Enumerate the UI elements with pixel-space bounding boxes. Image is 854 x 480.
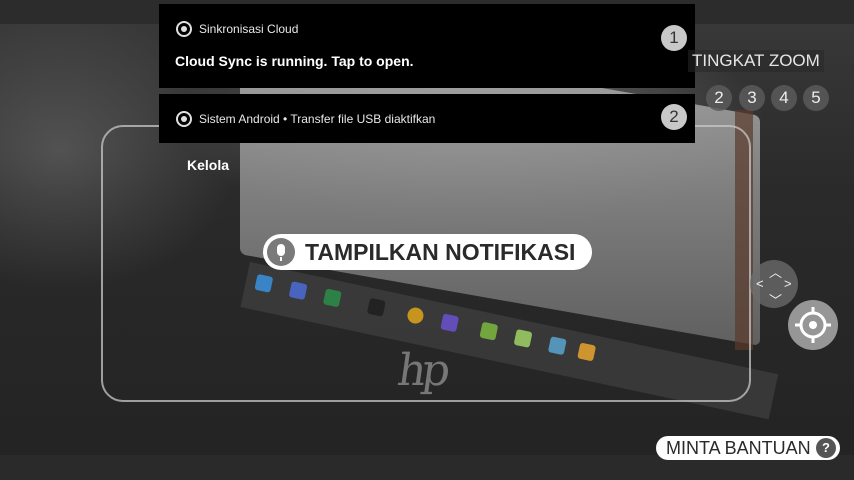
zoom-level-5[interactable]: 5 [803, 85, 829, 111]
android-system-icon [176, 111, 192, 127]
notification-text: Cloud Sync is running. Tap to open. [175, 53, 414, 69]
help-button[interactable]: MINTA BANTUAN ? [656, 436, 840, 460]
show-notifications-voice-button[interactable]: TAMPILKAN NOTIFIKASI [263, 234, 592, 270]
notification-app-name: Sinkronisasi Cloud [199, 22, 299, 36]
manage-button[interactable]: Kelola [187, 157, 229, 173]
zoom-level-4[interactable]: 4 [771, 85, 797, 111]
zoom-level-2[interactable]: 2 [706, 85, 732, 111]
mic-icon [267, 238, 295, 266]
notification-number-badge: 2 [661, 104, 687, 130]
center-target-button[interactable] [788, 300, 838, 350]
notification-app-name: Sistem Android • Transfer file USB diakt… [199, 112, 436, 126]
question-icon: ? [816, 438, 836, 458]
notification-number-badge: 1 [661, 25, 687, 51]
help-label: MINTA BANTUAN [666, 438, 811, 458]
pan-down-icon[interactable]: ﹀ [769, 290, 782, 309]
pan-left-icon[interactable]: < [756, 276, 764, 291]
zoom-level-label: TINGKAT ZOOM [688, 50, 824, 72]
voice-command-label: TAMPILKAN NOTIFIKASI [305, 239, 576, 265]
notification-usb-transfer[interactable]: Sistem Android • Transfer file USB diakt… [159, 94, 695, 143]
crosshair-icon [795, 307, 831, 343]
pan-right-icon[interactable]: > [784, 276, 792, 291]
notification-cloud-sync[interactable]: Sinkronisasi Cloud Cloud Sync is running… [159, 4, 695, 88]
pan-up-icon[interactable]: ︿ [769, 262, 782, 281]
zoom-level-3[interactable]: 3 [739, 85, 765, 111]
cloud-sync-icon [176, 21, 192, 37]
